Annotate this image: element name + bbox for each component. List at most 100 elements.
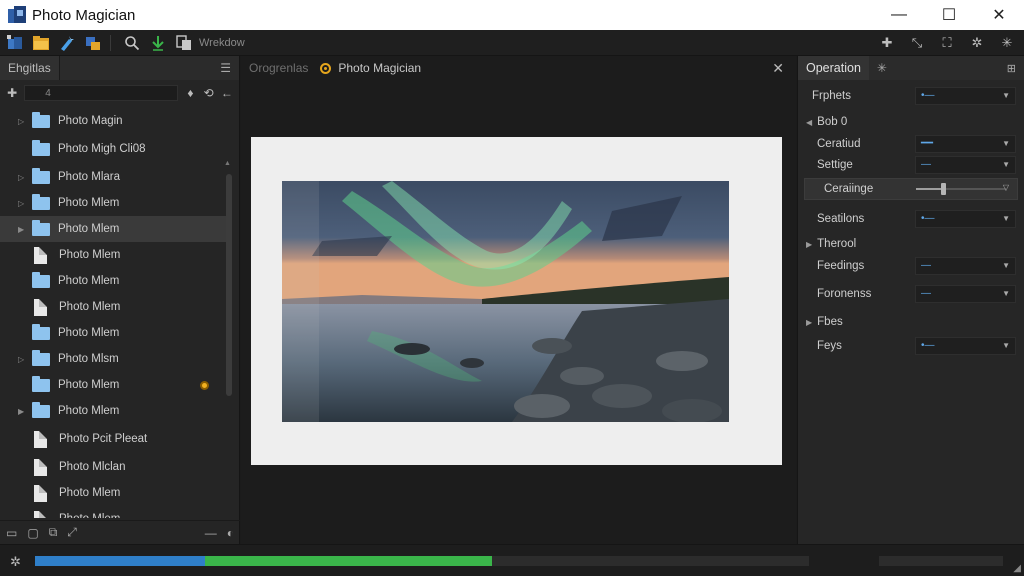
tree-item[interactable]: Photo Mlem [0, 268, 226, 294]
microphone-icon[interactable]: ♦ [184, 86, 196, 100]
folder-icon [32, 349, 50, 366]
tab-explorer[interactable]: Ehgitlas [0, 56, 60, 80]
link-icon[interactable]: ⤢ [67, 525, 77, 540]
canvas[interactable] [251, 137, 782, 465]
property-row[interactable]: ▶ Therool [798, 234, 1024, 254]
collapse-dash-icon[interactable]: — [205, 526, 217, 540]
tree-scrollbar[interactable]: ▲ ▼ [224, 160, 232, 572]
property-dropdown[interactable]: •— ▼ [915, 337, 1016, 355]
wand-icon[interactable] [56, 32, 78, 54]
property-dropdown[interactable]: •— ▼ [915, 87, 1016, 105]
magic-brush-icon[interactable]: ⤡ [906, 32, 928, 54]
tree-item[interactable]: Photo Pcit Pleeat [0, 424, 226, 454]
property-label: ▶ Fbes [806, 316, 843, 328]
property-dropdown[interactable]: — ▼ [915, 285, 1016, 303]
tree-item[interactable]: ▷ Photo Mlsm [0, 346, 226, 372]
tree-item-label: Photo Migh Cli08 [58, 142, 146, 155]
property-label: Settige [817, 159, 853, 171]
close-button[interactable]: ✕ [974, 0, 1024, 30]
split-view-icon[interactable]: ◐ [227, 526, 234, 540]
chevron-down-icon: ▼ [1002, 160, 1010, 169]
minimize-button[interactable]: — [874, 0, 924, 30]
tree-item[interactable]: ▷ Photo Magin [0, 108, 226, 134]
tree-item[interactable]: Photo Migh Cli08 [0, 134, 226, 164]
crop-icon[interactable]: ⛶ [936, 32, 958, 54]
expand-arrow-icon[interactable]: ▷ [18, 173, 32, 182]
add-icon[interactable]: ✚ [6, 86, 18, 100]
slider-fill [916, 188, 943, 190]
document-area: Orogrenlas Photo Magician ✕ [241, 56, 796, 544]
tree-item[interactable]: ▷ Photo Mlara [0, 164, 226, 190]
property-dropdown[interactable]: •— ▼ [915, 210, 1016, 228]
search-input[interactable] [24, 85, 179, 101]
expand-arrow-icon[interactable]: ▷ [18, 355, 32, 364]
folder-icon [32, 111, 50, 128]
new-project-icon[interactable] [4, 32, 26, 54]
download-icon[interactable] [147, 32, 169, 54]
expand-arrow-icon[interactable]: ▶ [18, 407, 32, 416]
window-menu-label[interactable]: Wrekdow [199, 37, 245, 49]
monitor-icon[interactable]: ▢ [27, 526, 38, 540]
expand-arrow-icon[interactable]: ▷ [18, 199, 32, 208]
operation-header: Operation ✳ ⊞ [798, 56, 1024, 80]
plus-icon[interactable]: ✚ [876, 32, 898, 54]
tree-item[interactable]: ▶ Photo Mlem [0, 398, 226, 424]
scroll-up-icon[interactable]: ▲ [224, 160, 231, 167]
property-dropdown[interactable]: — ▼ [915, 156, 1016, 174]
tree-item[interactable]: Photo Mlclan [0, 454, 226, 480]
copy-files-icon[interactable]: ⧉ [49, 525, 58, 540]
tree-item[interactable]: Photo Mlem [0, 242, 226, 268]
tree-item[interactable]: Photo Mlem [0, 320, 226, 346]
open-folder-icon[interactable] [30, 32, 52, 54]
tab-active-document[interactable]: Photo Magician [320, 61, 421, 75]
tree-item[interactable]: Photo Mlem [0, 506, 226, 518]
tree-item[interactable]: Photo Mlem [0, 372, 226, 398]
scroll-thumb[interactable] [226, 174, 232, 396]
chevron-down-icon[interactable]: ▽ [1003, 183, 1009, 192]
expand-arrow-icon[interactable]: ▶ [18, 225, 32, 234]
property-slider[interactable] [916, 183, 1006, 195]
window-controls: — ☐ ✕ [874, 0, 1024, 30]
expand-arrow-icon[interactable]: ▷ [18, 117, 32, 126]
file-icon [34, 458, 47, 476]
tree-item[interactable]: ▷ Photo Mlem [0, 190, 226, 216]
tree-item[interactable]: Photo Mlem [0, 294, 226, 320]
sparkle-icon[interactable]: ✳ [996, 32, 1018, 54]
tab-operation[interactable]: Operation [798, 56, 869, 80]
property-dropdown[interactable]: ━━ ▼ [915, 135, 1016, 153]
layers-icon[interactable] [82, 32, 104, 54]
copy-icon[interactable] [173, 32, 195, 54]
property-label-text: Therool [817, 238, 857, 250]
maximize-button[interactable]: ☐ [924, 0, 974, 30]
settings-burst-icon[interactable]: ✳ [877, 61, 887, 75]
activity-icon[interactable]: ✲ [10, 554, 21, 570]
property-dropdown[interactable]: — ▼ [915, 257, 1016, 275]
explorer-header: Ehgitlas ☰ [0, 56, 239, 80]
section-arrow-icon[interactable]: ▶ [806, 240, 812, 249]
section-arrow-icon[interactable]: ◀ [806, 118, 812, 127]
property-label: Feedings [817, 260, 864, 272]
panel-grid-icon[interactable]: ⊞ [1007, 62, 1016, 75]
chevron-down-icon: ▼ [1002, 139, 1010, 148]
resize-grip-icon[interactable]: ◢ [1013, 563, 1021, 574]
back-arrow-icon[interactable]: ← [221, 86, 233, 100]
tree-item[interactable]: ▶ Photo Mlem [0, 216, 226, 242]
slider-thumb[interactable] [941, 183, 946, 195]
search-icon[interactable] [121, 32, 143, 54]
property-row[interactable]: ◀ Bob 0 [798, 112, 1024, 132]
refresh-icon[interactable]: ⟲ [203, 86, 215, 100]
tab-previous-document[interactable]: Orogrenlas [249, 61, 308, 75]
property-row[interactable]: ▶ Fbes [798, 312, 1024, 332]
gear-icon[interactable]: ✲ [966, 32, 988, 54]
chevron-down-icon: ▼ [1002, 214, 1010, 223]
panel-menu-icon[interactable]: ☰ [220, 61, 231, 75]
selection-overlay [282, 181, 319, 422]
property-row: Foronenss — ▼ [798, 284, 1024, 304]
section-arrow-icon[interactable]: ▶ [806, 318, 812, 327]
property-label-text: Foronenss [817, 288, 872, 300]
aurora-photo[interactable] [282, 181, 729, 422]
close-tab-icon[interactable]: ✕ [772, 60, 784, 77]
folder-view-icon[interactable]: ▭ [6, 526, 17, 540]
folder-icon [32, 271, 50, 288]
tree-item[interactable]: Photo Mlem [0, 480, 226, 506]
